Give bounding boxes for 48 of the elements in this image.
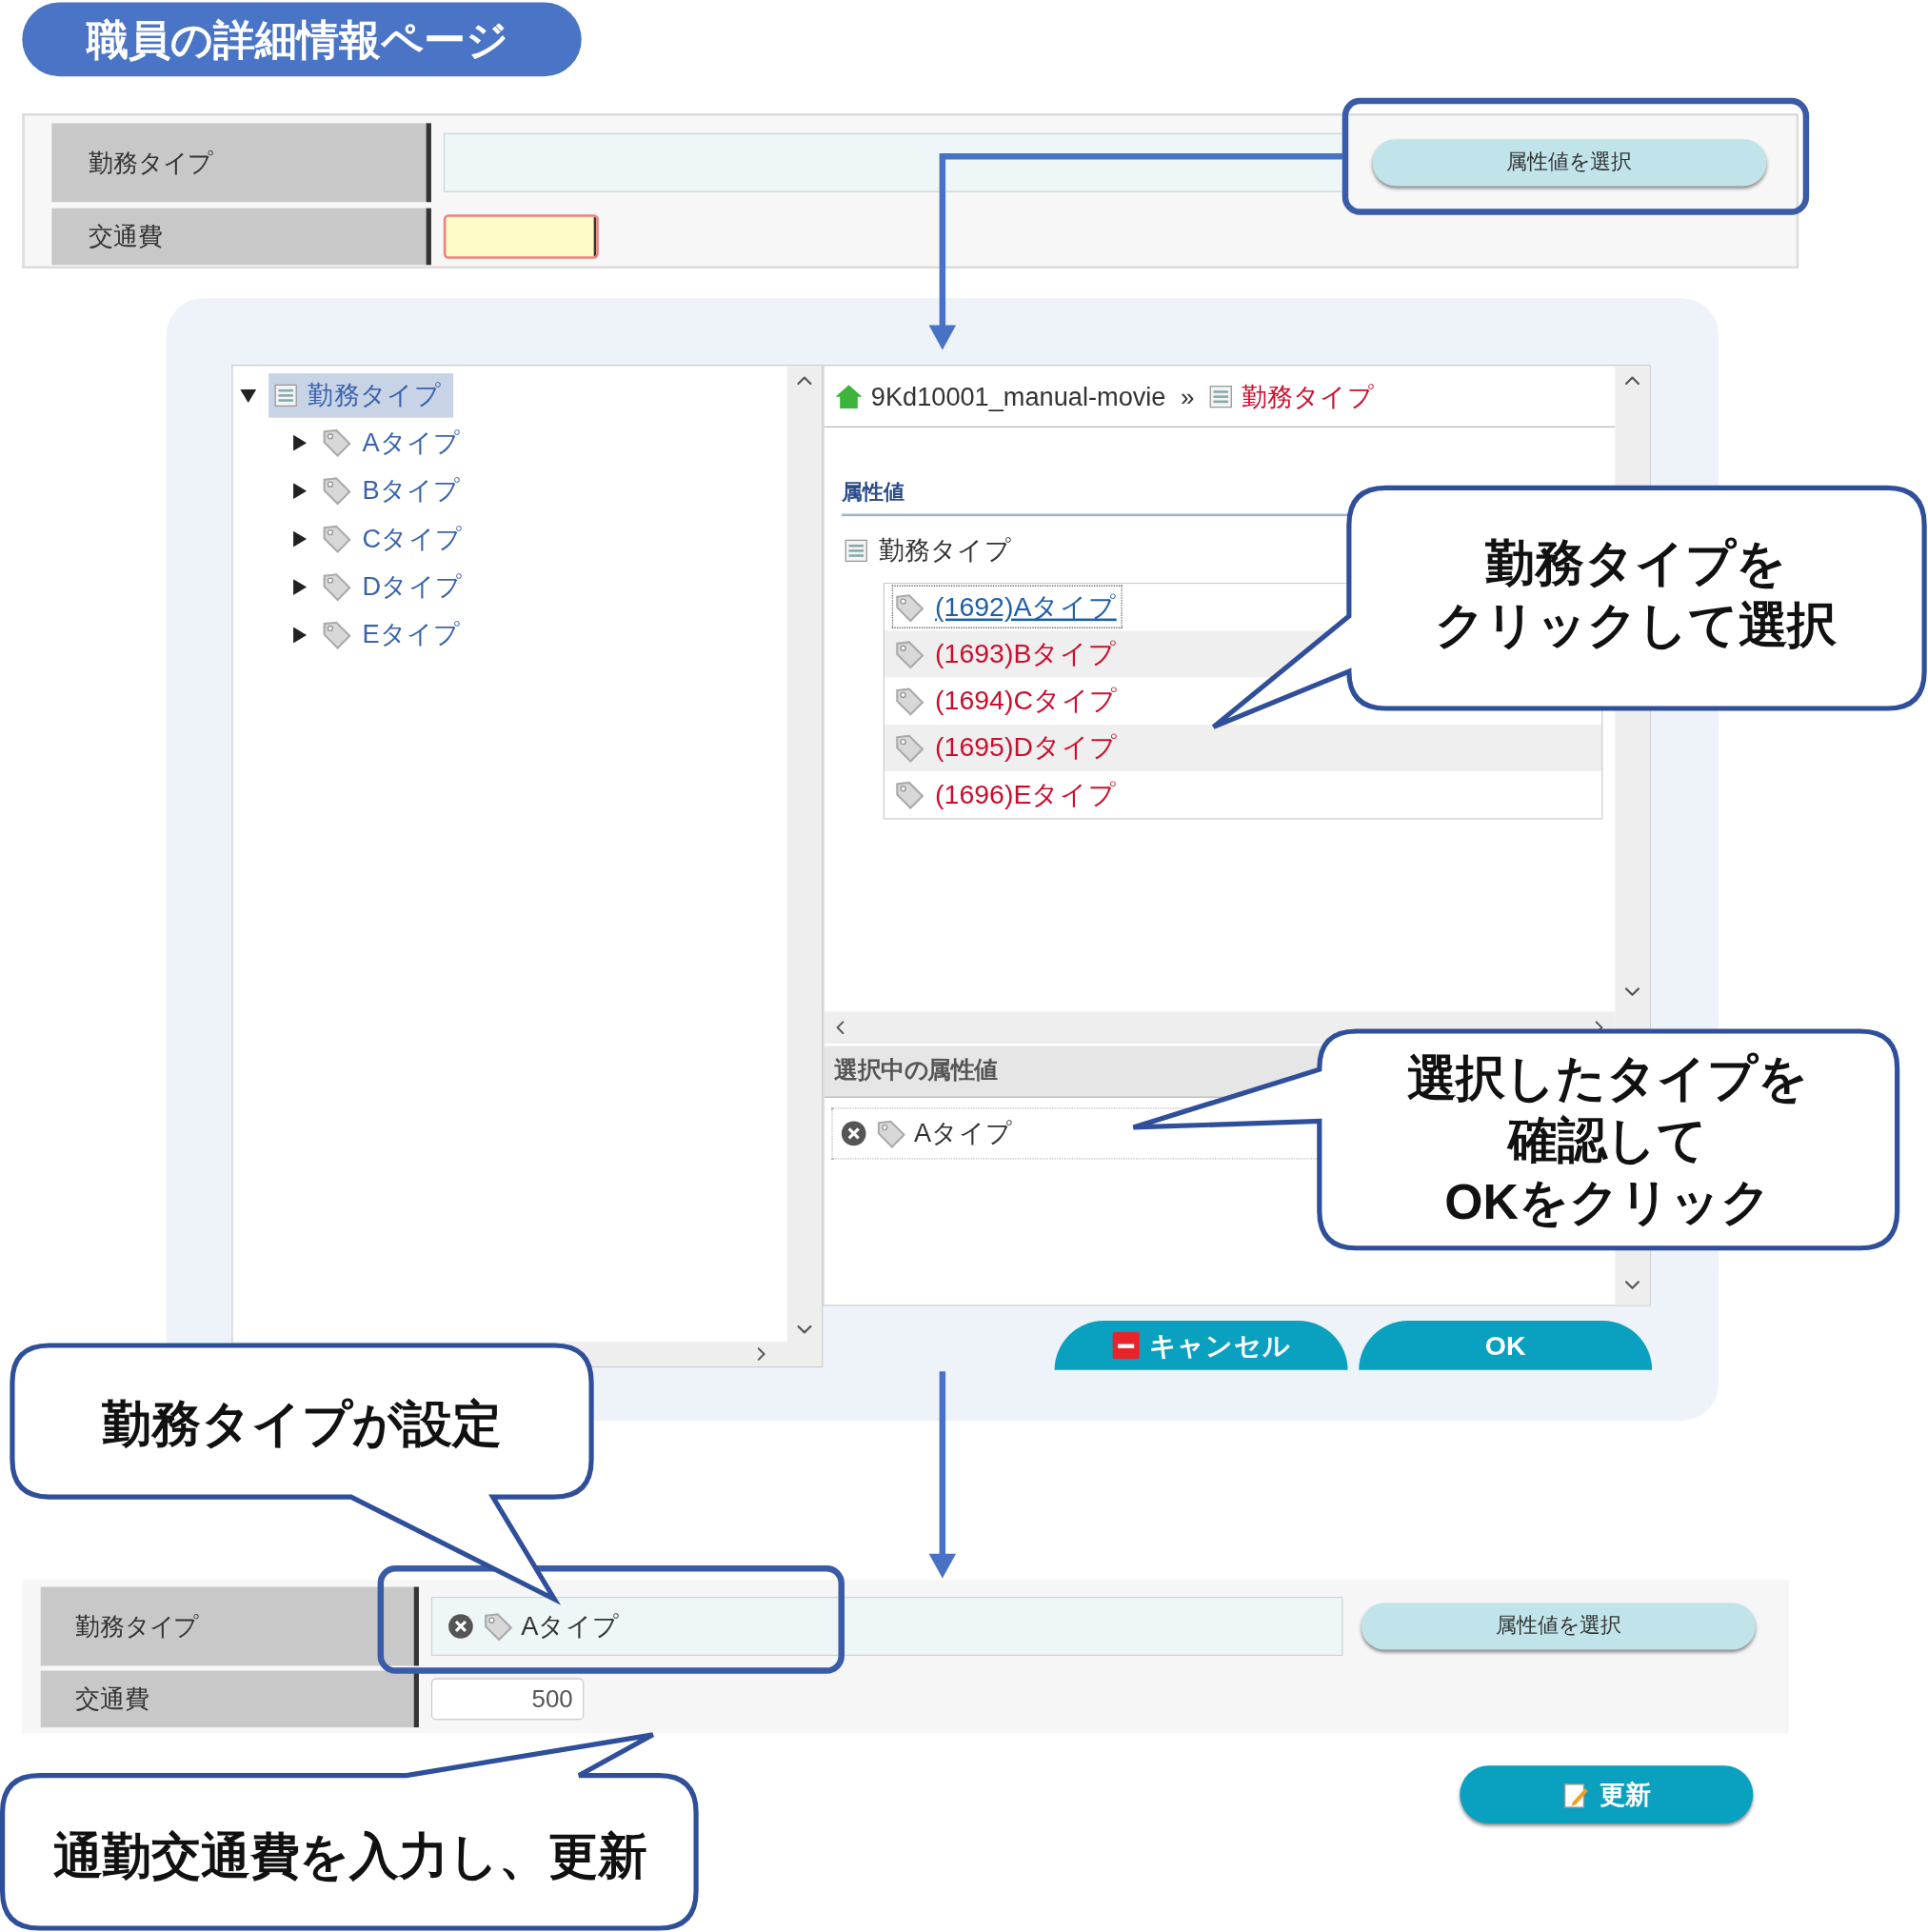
select-attribute-button[interactable]: 属性値を選択 xyxy=(1361,1603,1756,1650)
list-icon xyxy=(1208,384,1234,408)
page-title: 職員の詳細情報ページ xyxy=(22,2,582,77)
tree-item[interactable]: Bタイプ xyxy=(320,470,471,510)
fare-input[interactable] xyxy=(443,214,599,259)
tree-item[interactable]: 勤務タイプ xyxy=(268,373,454,418)
value-item[interactable]: (1695)Dタイプ xyxy=(891,726,1124,769)
field-label: 勤務タイプ xyxy=(40,1586,419,1666)
remove-icon[interactable] xyxy=(840,1120,867,1147)
collapsed-triangle-icon[interactable] xyxy=(291,530,308,547)
collapsed-triangle-icon[interactable] xyxy=(291,434,308,450)
tree-item[interactable]: Dタイプ xyxy=(320,567,472,607)
attribute-chip-label: Aタイプ xyxy=(521,1610,620,1643)
callout-text: 通勤交通費を入力し、更新 xyxy=(52,1827,647,1885)
cancel-button[interactable]: キャンセル xyxy=(1054,1321,1348,1370)
collapsed-triangle-icon[interactable] xyxy=(291,482,308,499)
field-label: 交通費 xyxy=(51,208,431,266)
callout-text: 選択したタイプを xyxy=(1406,1049,1809,1107)
minus-icon xyxy=(1111,1331,1140,1360)
value-item[interactable]: (1694)Cタイプ xyxy=(891,678,1124,723)
scrollbar[interactable] xyxy=(787,366,823,1344)
remove-icon[interactable] xyxy=(447,1612,475,1641)
group-label: 勤務タイプ xyxy=(878,534,1012,567)
callout-text: 勤務タイプが設定 xyxy=(102,1395,502,1452)
update-button[interactable]: 更新 xyxy=(1460,1765,1754,1823)
list-icon xyxy=(844,537,869,563)
value-item[interactable]: (1693)Bタイプ xyxy=(891,631,1123,676)
select-attribute-button[interactable]: 属性値を選択 xyxy=(1372,139,1767,187)
field-label: 勤務タイプ xyxy=(51,123,431,203)
value-item[interactable]: (1696)Eタイプ xyxy=(891,772,1123,816)
tree-item[interactable]: Eタイプ xyxy=(320,615,471,654)
field-label: 交通費 xyxy=(40,1670,419,1728)
callout-text: 確認して xyxy=(1507,1111,1708,1169)
edit-icon xyxy=(1561,1781,1590,1808)
section-title: 属性値 xyxy=(841,480,904,505)
ok-button[interactable]: OK xyxy=(1359,1321,1653,1370)
expanded-triangle-icon[interactable] xyxy=(240,387,257,404)
breadcrumb-current: 勤務タイプ xyxy=(1241,380,1375,412)
list-icon xyxy=(273,383,299,408)
value-row[interactable]: (1695)Dタイプ xyxy=(884,724,1602,771)
callout-text: OKをクリック xyxy=(1444,1173,1771,1231)
collapsed-triangle-icon[interactable] xyxy=(291,578,308,595)
tree-item[interactable]: Aタイプ xyxy=(320,423,471,462)
tree-item[interactable]: Cタイプ xyxy=(320,519,472,558)
breadcrumb-separator: » xyxy=(1181,381,1195,412)
breadcrumb-link[interactable]: 9Kd10001_manual-movie xyxy=(870,376,1166,416)
fare-input[interactable]: 500 xyxy=(430,1678,585,1721)
collapsed-triangle-icon[interactable] xyxy=(291,626,308,643)
